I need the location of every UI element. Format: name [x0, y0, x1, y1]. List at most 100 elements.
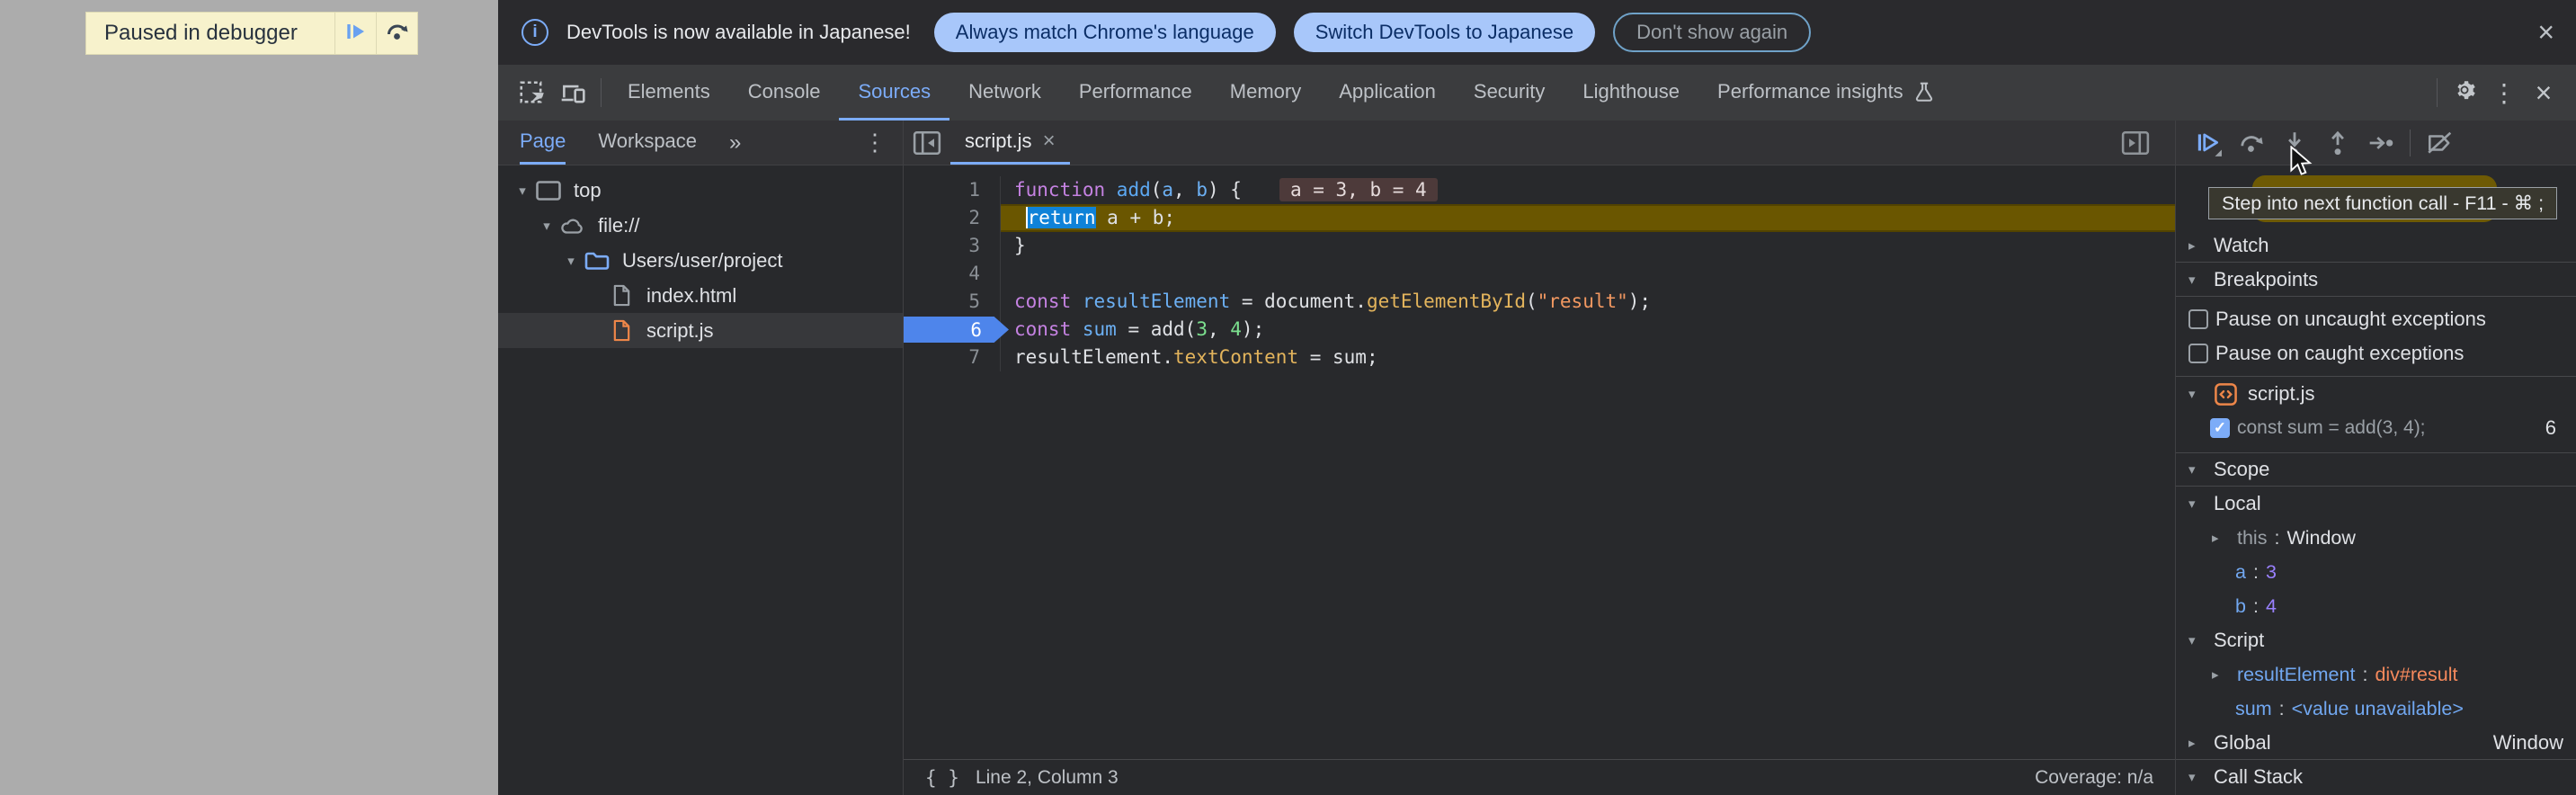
tab-workspace[interactable]: Workspace	[598, 121, 697, 165]
section-call-stack[interactable]: ▾Call Stack	[2176, 760, 2576, 794]
checkbox[interactable]	[2188, 344, 2208, 363]
tree-item-file-[interactable]: ▾ file://	[498, 208, 903, 243]
code-token: ) {	[1208, 179, 1242, 201]
tree-expand-icon[interactable]: ▾	[561, 253, 581, 269]
line-number[interactable]: 6	[904, 316, 1001, 344]
tree-expand-icon[interactable]: ▾	[537, 218, 557, 234]
scope-variable-resultElement[interactable]: ▸resultElement: div#result	[2176, 657, 2576, 692]
chevron-down-icon[interactable]: ▾	[2188, 496, 2206, 512]
chevron-down-icon[interactable]: ▾	[2188, 386, 2206, 402]
option-label: Pause on uncaught exceptions	[2215, 308, 2486, 331]
section-watch[interactable]: ▸ Watch	[2176, 228, 2576, 263]
tab-performance[interactable]: Performance	[1060, 65, 1211, 121]
navigator-more-icon[interactable]: ⋮	[863, 129, 903, 156]
tree-item-script-js[interactable]: script.js	[498, 313, 903, 348]
chevron-right-icon[interactable]: ▸	[2188, 735, 2206, 751]
file-tree: ▾top▾file://▾Users/user/projectindex.htm…	[498, 165, 903, 795]
tab-performance-insights[interactable]: Performance insights	[1698, 65, 1955, 121]
mouse-cursor-icon	[2289, 146, 2313, 183]
source-tab-scriptjs[interactable]: script.js ×	[950, 121, 1070, 165]
code-token: resultElement	[1083, 290, 1230, 312]
exception-option-0[interactable]: Pause on uncaught exceptions	[2176, 302, 2576, 336]
tab-close-icon[interactable]: ×	[1043, 129, 1056, 154]
step-over-button[interactable]	[2233, 125, 2269, 161]
chevron-right-icon[interactable]: ▸	[2212, 666, 2230, 683]
toggle-debugger-sidebar-icon[interactable]	[2121, 121, 2150, 165]
line-number[interactable]: 7	[904, 344, 1001, 371]
breakpoint-item[interactable]: ✓const sum = add(3, 4);6	[2176, 411, 2576, 445]
step-button[interactable]	[2363, 125, 2399, 161]
chevron-down-icon[interactable]: ▾	[2188, 461, 2206, 478]
scope-variable-b[interactable]: b: 4	[2176, 589, 2576, 623]
line-number[interactable]: 1	[904, 176, 1001, 204]
section-label: Watch	[2214, 234, 2269, 257]
tab-sources[interactable]: Sources	[839, 65, 949, 121]
more-options-icon[interactable]: ⋮	[2484, 78, 2524, 108]
infobar-close-icon[interactable]: ×	[2537, 16, 2554, 49]
line-content: resultElement.textContent = sum;	[1001, 344, 2175, 371]
device-toolbar-icon[interactable]	[552, 72, 593, 113]
resume-button[interactable]	[2190, 125, 2226, 161]
code-token: add	[1117, 179, 1151, 201]
resume-script-button[interactable]	[334, 13, 376, 54]
tab-application[interactable]: Application	[1320, 65, 1455, 121]
more-tabs-icon[interactable]: »	[729, 130, 741, 156]
tab-console[interactable]: Console	[729, 65, 840, 121]
line-number[interactable]: 5	[904, 288, 1001, 316]
tree-item-users-user-project[interactable]: ▾Users/user/project	[498, 243, 903, 278]
chevron-down-icon[interactable]: ▾	[2188, 769, 2206, 785]
line-content: const sum = add(3, 4);	[1001, 316, 2175, 344]
tab-network[interactable]: Network	[949, 65, 1060, 121]
tab-memory[interactable]: Memory	[1211, 65, 1320, 121]
toggle-navigator-icon[interactable]	[904, 130, 950, 156]
chevron-right-icon[interactable]: ▸	[2212, 530, 2230, 546]
language-infobar: i DevTools is now available in Japanese!…	[498, 0, 2576, 65]
switch-to-japanese-button[interactable]: Switch DevTools to Japanese	[1294, 13, 1595, 52]
tab-page[interactable]: Page	[520, 121, 566, 165]
step-out-button[interactable]	[2320, 125, 2356, 161]
chevron-right-icon[interactable]: ▸	[2188, 237, 2206, 254]
tree-item-label: file://	[598, 214, 639, 237]
scope-variable-sum[interactable]: sum: <value unavailable>	[2176, 692, 2576, 726]
line-number[interactable]: 2	[904, 204, 1001, 232]
section-breakpoints[interactable]: ▾Breakpoints	[2176, 263, 2576, 297]
scope-variable-this[interactable]: ▸this: Window	[2176, 521, 2576, 555]
code-tag-icon	[2214, 382, 2241, 406]
gear-icon[interactable]	[2445, 77, 2484, 109]
scope-variable-a[interactable]: a: 3	[2176, 555, 2576, 589]
pretty-print-icon[interactable]: { }	[925, 767, 959, 789]
code-token: function	[1014, 179, 1117, 201]
code-token: 3	[1196, 318, 1208, 340]
chevron-down-icon[interactable]: ▾	[2188, 272, 2206, 288]
code-token: a	[1162, 179, 1173, 201]
tree-expand-icon[interactable]: ▾	[513, 183, 532, 199]
tab-elements[interactable]: Elements	[609, 65, 729, 121]
scope-group-script[interactable]: ▾Script	[2176, 623, 2576, 657]
code-token: (	[1151, 179, 1163, 201]
tab-security[interactable]: Security	[1455, 65, 1564, 121]
code-token: 4	[1230, 318, 1242, 340]
inspect-element-icon[interactable]	[511, 72, 552, 113]
tree-item-index-html[interactable]: index.html	[498, 278, 903, 313]
tree-item-top[interactable]: ▾top	[498, 173, 903, 208]
checkbox[interactable]: ✓	[2210, 418, 2230, 438]
sidebar-sections: ▸ Watch ▾Breakpoints Pause on uncaught exce…	[2176, 228, 2576, 794]
checkbox[interactable]	[2188, 309, 2208, 329]
breakpoint-file-group[interactable]: ▾script.js	[2176, 377, 2576, 411]
scope-group-local[interactable]: ▾Local	[2176, 487, 2576, 521]
always-match-language-button[interactable]: Always match Chrome's language	[934, 13, 1276, 52]
code-editor[interactable]: 1function add(a, b) {a = 3, b = 42 retur…	[904, 165, 2175, 759]
step-over-banner-button[interactable]	[376, 13, 417, 54]
section-scope[interactable]: ▾Scope	[2176, 452, 2576, 487]
line-number[interactable]: 4	[904, 260, 1001, 288]
exception-option-1[interactable]: Pause on caught exceptions	[2176, 336, 2576, 371]
paused-in-debugger-banner: Paused in debugger	[85, 12, 418, 55]
deactivate-breakpoints-button[interactable]	[2421, 125, 2457, 161]
step-over-icon	[385, 19, 410, 49]
dont-show-again-button[interactable]: Don't show again	[1613, 13, 1811, 52]
devtools-close-icon[interactable]: ×	[2524, 76, 2563, 110]
line-number[interactable]: 3	[904, 232, 1001, 260]
scope-group-global[interactable]: ▸GlobalWindow	[2176, 726, 2576, 760]
chevron-down-icon[interactable]: ▾	[2188, 632, 2206, 648]
tab-lighthouse[interactable]: Lighthouse	[1564, 65, 1698, 121]
